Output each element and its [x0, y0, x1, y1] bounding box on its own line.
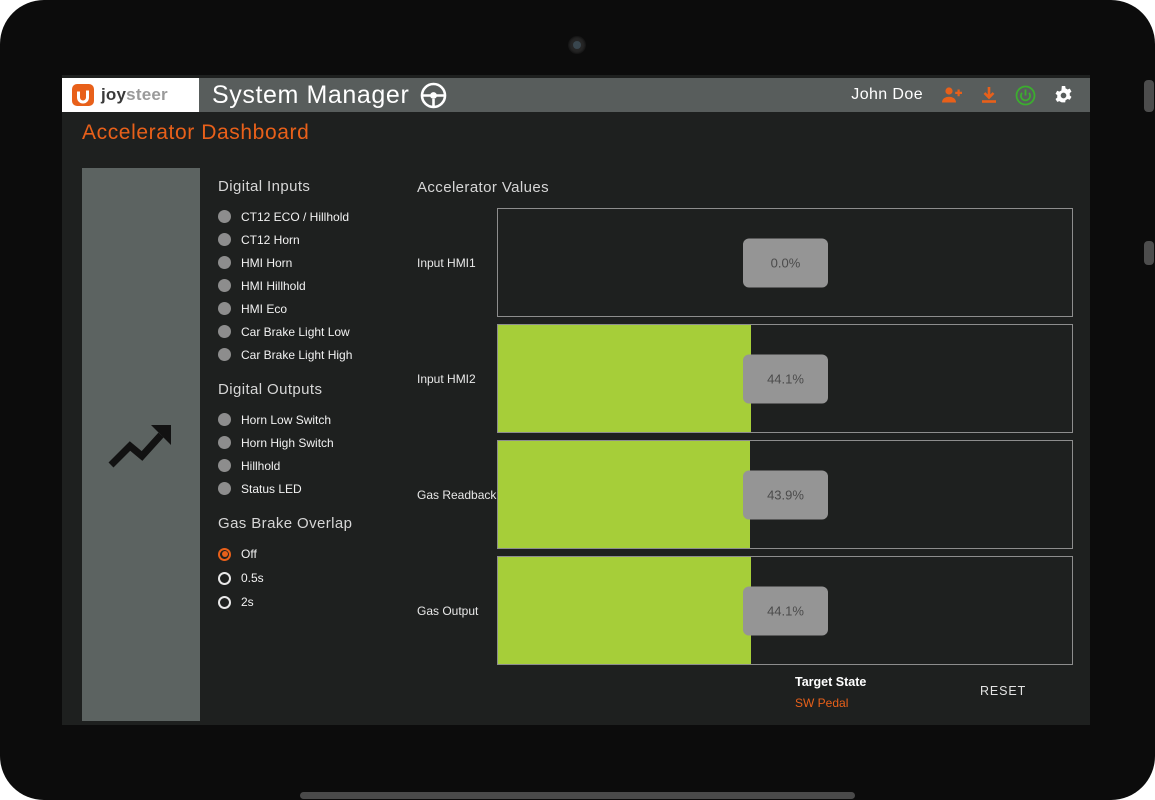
steering-wheel-icon: [420, 82, 447, 109]
digital-input-label: HMI Horn: [241, 256, 292, 270]
digital-input-led-indicator: [218, 279, 231, 292]
bar-fill: [498, 557, 751, 664]
joysteer-logo: joysteer: [62, 78, 199, 112]
digital-input-label: HMI Eco: [241, 302, 287, 316]
gas-brake-overlap-heading: Gas Brake Overlap: [218, 515, 418, 532]
digital-output-led-indicator: [218, 413, 231, 426]
digital-input-led-indicator: [218, 348, 231, 361]
digital-input-led-indicator: [218, 210, 231, 223]
user-name: John Doe: [851, 86, 923, 104]
overlap-option[interactable]: 0.5s: [218, 566, 418, 590]
target-state-value: SW Pedal: [795, 696, 866, 710]
digital-outputs-heading: Digital Outputs: [218, 381, 418, 398]
digital-inputs-list: CT12 ECO / Hillhold CT12 Horn HMI Horn HMI …: [218, 205, 418, 366]
digital-input-item: HMI Hillhold: [218, 274, 418, 297]
digital-input-label: Car Brake Light High: [241, 348, 352, 362]
digital-input-led-indicator: [218, 256, 231, 269]
sidebar-nav-accelerator[interactable]: [82, 168, 200, 721]
digital-input-label: Car Brake Light Low: [241, 325, 350, 339]
bar-fill: [498, 441, 750, 548]
digital-output-led-indicator: [218, 482, 231, 495]
target-state-block: Target State SW Pedal: [795, 675, 866, 710]
digital-output-item: Horn High Switch: [218, 431, 418, 454]
digital-input-label: HMI Hillhold: [241, 279, 306, 293]
digital-input-item: HMI Horn: [218, 251, 418, 274]
logo-joy: joy: [101, 85, 126, 104]
add-user-icon[interactable]: [940, 86, 963, 104]
tablet-volume-button: [1144, 241, 1154, 265]
joysteer-logo-text: joysteer: [101, 85, 168, 105]
bar-value-badge: 44.1%: [743, 354, 828, 403]
left-panel: Digital Inputs CT12 ECO / Hillhold CT12 H…: [218, 178, 418, 614]
bar-value-badge: 44.1%: [743, 586, 828, 635]
accelerator-bars: Input HMI1 0.0% Input HMI2 44.1% Gas Readbac…: [417, 208, 1073, 665]
bar-label: Input HMI2: [417, 324, 497, 433]
digital-output-label: Status LED: [241, 482, 302, 496]
joysteer-logo-icon: [72, 84, 94, 106]
digital-input-item: CT12 Horn: [218, 228, 418, 251]
tablet-dock-port: [300, 792, 855, 799]
logo-steer: steer: [126, 85, 168, 104]
app-screen: joysteer System Manager John Doe: [62, 75, 1090, 725]
digital-outputs-list: Horn Low Switch Horn High Switch Hillhold S…: [218, 408, 418, 500]
digital-output-item: Status LED: [218, 477, 418, 500]
digital-input-item: Car Brake Light Low: [218, 320, 418, 343]
digital-output-led-indicator: [218, 459, 231, 472]
tablet-power-button: [1144, 80, 1154, 112]
digital-output-label: Horn Low Switch: [241, 413, 331, 427]
digital-output-label: Hillhold: [241, 459, 280, 473]
page-title: Accelerator Dashboard: [82, 121, 309, 145]
digital-output-item: Horn Low Switch: [218, 408, 418, 431]
digital-input-item: Car Brake Light High: [218, 343, 418, 366]
bar-track: 44.1%: [497, 556, 1073, 665]
settings-gear-icon[interactable]: [1053, 85, 1074, 106]
digital-input-item: HMI Eco: [218, 297, 418, 320]
overlap-option[interactable]: Off: [218, 542, 418, 566]
trending-up-icon: [105, 417, 177, 473]
download-icon[interactable]: [980, 86, 998, 104]
header-actions: John Doe: [851, 85, 1090, 106]
radio-button-icon: [218, 596, 231, 609]
digital-output-label: Horn High Switch: [241, 436, 334, 450]
reset-button[interactable]: RESET: [980, 684, 1026, 698]
digital-input-label: CT12 ECO / Hillhold: [241, 210, 349, 224]
digital-input-led-indicator: [218, 302, 231, 315]
gas-brake-overlap-options: Off 0.5s 2s: [218, 542, 418, 614]
digital-inputs-heading: Digital Inputs: [218, 178, 418, 195]
bar-track: 43.9%: [497, 440, 1073, 549]
accelerator-bar-row: Input HMI1 0.0%: [417, 208, 1073, 317]
tablet-frame: joysteer System Manager John Doe: [0, 0, 1155, 800]
radio-button-icon: [218, 548, 231, 561]
accelerator-bar-row: Input HMI2 44.1%: [417, 324, 1073, 433]
bar-track: 44.1%: [497, 324, 1073, 433]
target-state-label: Target State: [795, 675, 866, 689]
bar-label: Input HMI1: [417, 208, 497, 317]
accelerator-bar-row: Gas Readback 43.9%: [417, 440, 1073, 549]
digital-output-item: Hillhold: [218, 454, 418, 477]
overlap-option[interactable]: 2s: [218, 590, 418, 614]
bar-value-badge: 0.0%: [743, 238, 828, 287]
bar-label: Gas Output: [417, 556, 497, 665]
bar-label: Gas Readback: [417, 440, 497, 549]
app-header: joysteer System Manager John Doe: [62, 78, 1090, 112]
bar-track: 0.0%: [497, 208, 1073, 317]
digital-input-label: CT12 Horn: [241, 233, 300, 247]
camera-lens: [573, 41, 581, 49]
accelerator-bar-row: Gas Output 44.1%: [417, 556, 1073, 665]
power-status-icon[interactable]: [1015, 85, 1036, 106]
accelerator-values-heading: Accelerator Values: [417, 179, 549, 196]
digital-input-led-indicator: [218, 325, 231, 338]
bar-value-badge: 43.9%: [743, 470, 828, 519]
digital-input-item: CT12 ECO / Hillhold: [218, 205, 418, 228]
bar-fill: [498, 325, 751, 432]
overlap-option-label: 2s: [241, 595, 254, 609]
overlap-option-label: 0.5s: [241, 571, 264, 585]
digital-output-led-indicator: [218, 436, 231, 449]
overlap-option-label: Off: [241, 547, 257, 561]
front-camera: [568, 36, 586, 54]
radio-button-icon: [218, 572, 231, 585]
app-title: System Manager: [212, 81, 409, 110]
digital-input-led-indicator: [218, 233, 231, 246]
